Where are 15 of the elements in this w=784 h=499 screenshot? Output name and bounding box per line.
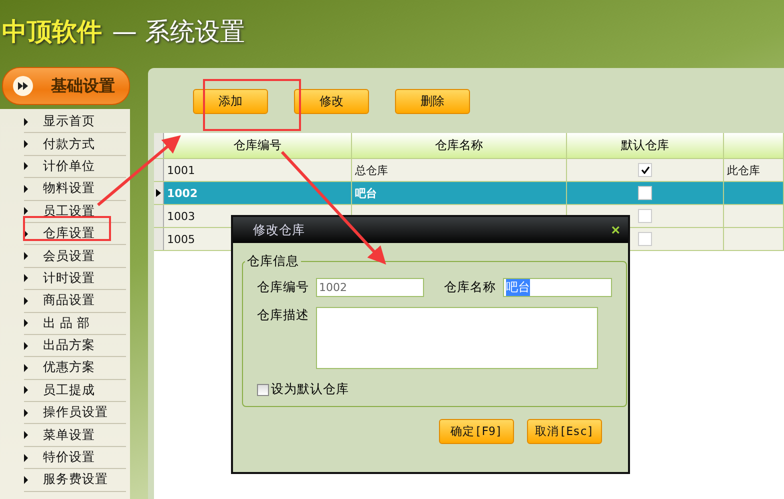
field-label: 仓库编号	[257, 279, 310, 296]
table-cell: 1003	[167, 210, 195, 222]
table-cell: 总仓库	[355, 162, 388, 178]
dialog-title: 修改仓库	[253, 222, 305, 238]
table-cell: 此仓库	[727, 162, 760, 178]
table-cell: 1001	[167, 164, 195, 176]
table-cell: 1005	[167, 232, 195, 246]
field-label: 仓库描述	[257, 307, 310, 324]
field-label: 仓库名称	[444, 279, 497, 296]
table-cell: 吧台	[355, 186, 377, 200]
checkbox-label: 设为默认仓库	[271, 381, 349, 398]
page-title: — 系统设置	[112, 16, 245, 48]
group-title: 仓库信息	[246, 253, 300, 270]
brand-title: 中顶软件	[2, 16, 102, 48]
table-cell: 1002	[167, 186, 198, 200]
